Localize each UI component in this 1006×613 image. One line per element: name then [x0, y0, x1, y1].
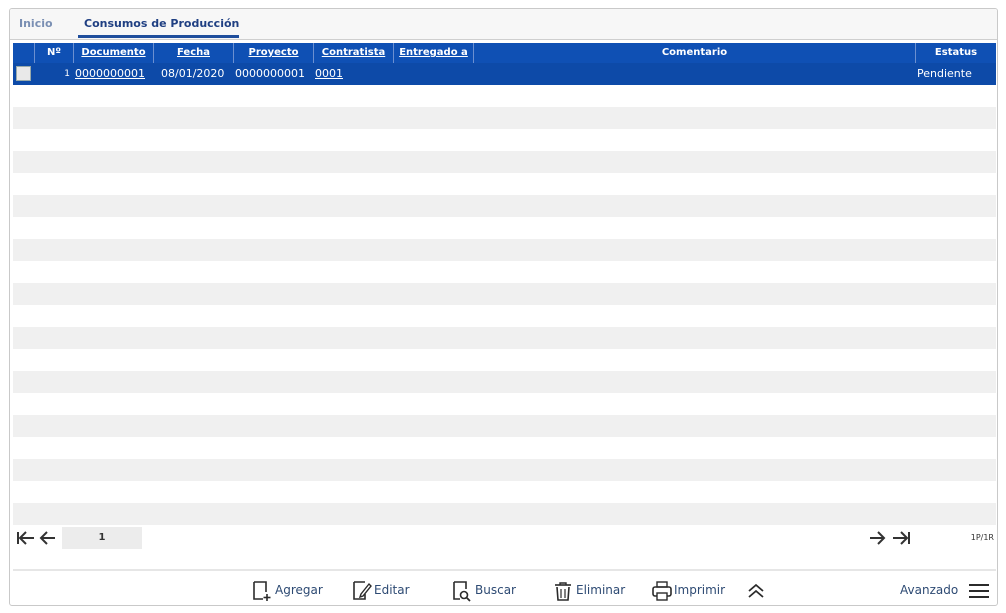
toolbar-divider — [13, 569, 996, 571]
header-documento[interactable]: Documento — [74, 43, 154, 63]
cell-contratista[interactable]: 0001 — [315, 63, 343, 85]
edit-icon — [353, 581, 372, 600]
double-chevron-up-icon — [748, 583, 764, 598]
grid-header: Nº Documento Fecha Proyecto Contratista … — [13, 43, 996, 63]
header-proyecto[interactable]: Proyecto — [234, 43, 314, 63]
add-document-icon — [253, 581, 271, 601]
delete-label: Eliminar — [576, 583, 626, 597]
header-select-column — [13, 43, 35, 63]
page-record-info: 1P/1R — [970, 533, 994, 542]
search-document-icon — [453, 581, 471, 602]
empty-row — [13, 261, 996, 283]
data-grid: Nº Documento Fecha Proyecto Contratista … — [13, 43, 996, 529]
empty-row — [13, 305, 996, 327]
empty-row — [13, 173, 996, 195]
add-button[interactable]: Agregar — [251, 578, 331, 602]
empty-row — [13, 481, 996, 503]
printer-icon — [652, 581, 672, 601]
delete-button[interactable]: Eliminar — [552, 578, 637, 602]
empty-row — [13, 459, 996, 481]
row-checkbox[interactable] — [16, 66, 31, 81]
empty-row — [13, 283, 996, 305]
empty-row — [13, 437, 996, 459]
empty-row — [13, 85, 996, 107]
hamburger-menu-icon — [969, 584, 989, 598]
advanced-label: Avanzado — [900, 583, 959, 597]
empty-row — [13, 415, 996, 437]
empty-row — [13, 217, 996, 239]
active-tab-indicator — [78, 35, 239, 38]
add-label: Agregar — [275, 583, 323, 597]
search-button[interactable]: Buscar — [451, 578, 529, 602]
print-label: Imprimir — [674, 583, 726, 597]
edit-label: Editar — [374, 583, 410, 597]
empty-row — [13, 371, 996, 393]
table-row[interactable]: 1 0000000001 08/01/2020 0000000001 0001 … — [13, 63, 996, 85]
search-label: Buscar — [475, 583, 516, 597]
cell-num: 1 — [64, 69, 70, 79]
current-page-number[interactable]: 1 — [62, 527, 142, 549]
empty-row — [13, 151, 996, 173]
empty-row — [13, 349, 996, 371]
main-panel: Inicio Consumos de Producción Nº Documen… — [9, 8, 998, 606]
cell-fecha: 08/01/2020 — [161, 67, 225, 80]
empty-row — [13, 195, 996, 217]
tab-inicio[interactable]: Inicio — [19, 17, 53, 30]
cell-proyecto: 0000000001 — [235, 67, 305, 80]
header-contratista[interactable]: Contratista — [314, 43, 394, 63]
trash-icon — [555, 582, 571, 601]
cell-estatus: Pendiente — [917, 67, 972, 80]
collapse-toolbar-button[interactable] — [745, 578, 767, 602]
cell-documento[interactable]: 0000000001 — [75, 63, 145, 85]
empty-row — [13, 503, 996, 525]
empty-row — [13, 239, 996, 261]
tab-bar: Inicio Consumos de Producción — [10, 9, 997, 40]
print-button[interactable]: Imprimir — [651, 578, 733, 602]
header-fecha[interactable]: Fecha — [154, 43, 234, 63]
advanced-button[interactable]: Avanzado — [900, 578, 990, 602]
previous-page-icon[interactable] — [39, 527, 57, 549]
first-page-icon[interactable] — [16, 527, 36, 549]
pagination-bar: 1 1P/1R — [13, 527, 996, 549]
empty-row — [13, 393, 996, 415]
header-comentario: Comentario — [474, 43, 916, 63]
next-page-icon[interactable] — [868, 527, 886, 549]
last-page-icon[interactable] — [891, 527, 911, 549]
empty-row — [13, 129, 996, 151]
header-entregado-a[interactable]: Entregado a — [394, 43, 474, 63]
header-estatus: Estatus — [934, 47, 978, 58]
header-num: Nº — [35, 43, 74, 63]
empty-row — [13, 107, 996, 129]
edit-button[interactable]: Editar — [351, 578, 421, 602]
empty-row — [13, 327, 996, 349]
tab-consumos-produccion[interactable]: Consumos de Producción — [84, 17, 239, 30]
action-toolbar: Agregar Editar Buscar Eliminar Imprimir … — [10, 575, 997, 605]
